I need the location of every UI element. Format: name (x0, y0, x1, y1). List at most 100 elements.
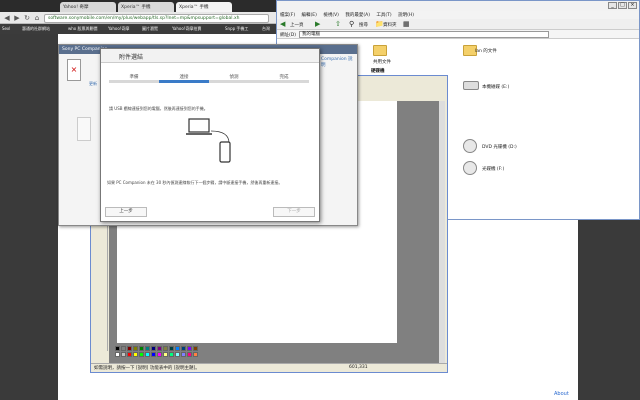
menu-favorites[interactable]: 我的最愛(A) (345, 13, 370, 18)
dvd-icon[interactable] (463, 139, 477, 153)
bookmark[interactable]: 惠通的社群網站 (22, 26, 50, 32)
color-swatch[interactable] (151, 352, 156, 357)
folders-label[interactable]: 資料夾 (383, 22, 397, 28)
menu-help[interactable]: 說明(H) (398, 13, 414, 18)
laptop-phone-usb-illustration (186, 118, 231, 163)
url-bar[interactable]: software.sonymobile.com/en/my/plus/webap… (44, 13, 269, 23)
item-label: 共用文件 (373, 60, 391, 65)
step-bar (209, 80, 259, 83)
error-phone-icon: × (67, 59, 81, 81)
explorer-address-bar: 網址(D) 我的電腦 (277, 30, 639, 39)
color-swatch[interactable] (127, 346, 132, 351)
color-swatch[interactable] (157, 346, 162, 351)
instruction-text: 請 USB 纜線連接到您的電腦，然後再連接到您的手機。 (109, 106, 208, 111)
status-bar: 如需說明，請按一下 [說明] 功能表中的 [說明主題]。 601,331 (91, 363, 447, 372)
drive-icon[interactable] (463, 81, 479, 90)
vertical-scrollbar[interactable] (439, 101, 445, 363)
browser-tab-active[interactable]: Xperia™ 手機 (176, 2, 232, 12)
bookmark[interactable]: Yahoo!奇摩 (108, 26, 129, 32)
menu-edit[interactable]: 編輯(E) (302, 13, 317, 18)
step-bar (109, 80, 159, 83)
color-swatch[interactable] (181, 352, 186, 357)
color-swatch[interactable] (193, 352, 198, 357)
color-swatch[interactable] (193, 346, 198, 351)
browser-tab[interactable]: Yahoo! 奇摩 (60, 2, 116, 12)
next-button[interactable]: 下一步 (273, 207, 315, 217)
step-bar (159, 80, 209, 83)
bookmark[interactable]: 台灣 (262, 26, 270, 32)
item-label: DVD 光碟機 (D:) (482, 145, 517, 150)
laptop-icon (188, 118, 210, 133)
explorer-menubar: 檔案(F) 編輯(E) 檢視(V) 我的最愛(A) 工具(T) 說明(H) (277, 11, 639, 19)
back-label: 上一頁 (290, 23, 304, 28)
update-link[interactable]: 更新 (89, 81, 97, 87)
color-swatch[interactable] (121, 352, 126, 357)
folder-icon[interactable] (373, 45, 387, 56)
phone-icon (77, 117, 91, 141)
back-button[interactable]: 上一步 (105, 207, 147, 217)
item-label: 本機磁碟 (E:) (482, 85, 510, 90)
minimize-icon[interactable]: _ (608, 2, 617, 9)
accessory-connection-dialog: 附件選結 準備 連接 偵測 完成 請 USB 纜線連接到您的電腦，然後再連接到您… (100, 48, 320, 222)
color-swatch[interactable] (187, 352, 192, 357)
step-bar (259, 80, 309, 83)
close-icon[interactable]: × (628, 2, 637, 9)
cd-icon[interactable] (463, 161, 477, 175)
color-swatch[interactable] (127, 352, 132, 357)
note-text: 如果 PC Companion 未在 30 秒內偵測連線執行下一個步驟，請中斷連… (107, 180, 283, 185)
section-heading: 硬碟機 (371, 69, 385, 74)
color-swatch[interactable] (181, 346, 186, 351)
back-icon[interactable]: ◀ (280, 20, 285, 28)
color-swatch[interactable] (163, 352, 168, 357)
color-swatch[interactable] (145, 352, 150, 357)
dialog-title: 附件選結 (119, 54, 144, 61)
item-label: lan 的文件 (475, 49, 497, 54)
color-swatch[interactable] (115, 346, 120, 351)
color-swatch[interactable] (145, 346, 150, 351)
menu-file[interactable]: 檔案(F) (280, 13, 295, 18)
forward-icon[interactable]: ▶ (315, 20, 320, 28)
color-swatch[interactable] (133, 346, 138, 351)
color-swatch[interactable] (169, 352, 174, 357)
cursor-coords: 601,331 (349, 365, 368, 370)
search-label[interactable]: 搜尋 (359, 22, 368, 28)
maximize-icon[interactable]: □ (618, 2, 627, 9)
reload-icon[interactable]: ↻ (23, 14, 31, 22)
back-icon[interactable]: ◀ (3, 14, 11, 22)
color-swatch[interactable] (187, 346, 192, 351)
color-swatch[interactable] (157, 352, 162, 357)
address-label: 網址(D) (280, 33, 296, 38)
item-label: 光碟機 (F:) (482, 167, 505, 172)
explorer-titlebar[interactable]: _ □ × (277, 1, 639, 11)
color-swatch[interactable] (139, 352, 144, 357)
color-swatch[interactable] (169, 346, 174, 351)
dialog-header: 附件選結 (101, 49, 319, 63)
color-swatch[interactable] (139, 346, 144, 351)
menu-tools[interactable]: 工具(T) (376, 13, 391, 18)
companion-help-link[interactable]: Companion 說明 (321, 56, 357, 68)
color-swatch[interactable] (151, 346, 156, 351)
browser-tab[interactable]: Xperia™ 手機 (118, 2, 174, 12)
bookmark[interactable]: who 股票與劃價 (68, 26, 98, 32)
color-swatch[interactable] (133, 352, 138, 357)
up-folder-icon[interactable]: ⇧ (335, 20, 341, 28)
color-swatch[interactable] (115, 352, 120, 357)
color-swatch[interactable] (175, 346, 180, 351)
about-link[interactable]: About (554, 391, 569, 397)
bookmark[interactable]: Yahoo!奇摩拍賣 (172, 26, 201, 32)
color-swatch[interactable] (121, 346, 126, 351)
search-icon[interactable]: ⚲ (349, 20, 354, 28)
menu-view[interactable]: 檢視(V) (323, 13, 339, 18)
bookmark[interactable]: 圖片瀏覽 (142, 26, 158, 32)
bookmark[interactable]: Sexl (2, 26, 10, 31)
color-palette (95, 346, 295, 360)
forward-icon[interactable]: ▶ (13, 14, 21, 22)
color-swatch[interactable] (163, 346, 168, 351)
address-field[interactable]: 我的電腦 (299, 31, 549, 38)
status-text: 如需說明，請按一下 [說明] 功能表中的 [說明主題]。 (94, 366, 200, 371)
home-icon[interactable]: ⌂ (33, 14, 41, 22)
color-swatch[interactable] (175, 352, 180, 357)
views-icon[interactable]: ▦ (403, 20, 410, 28)
usb-cable (210, 130, 230, 144)
bookmark[interactable]: Snpp 手機工 (225, 26, 248, 32)
